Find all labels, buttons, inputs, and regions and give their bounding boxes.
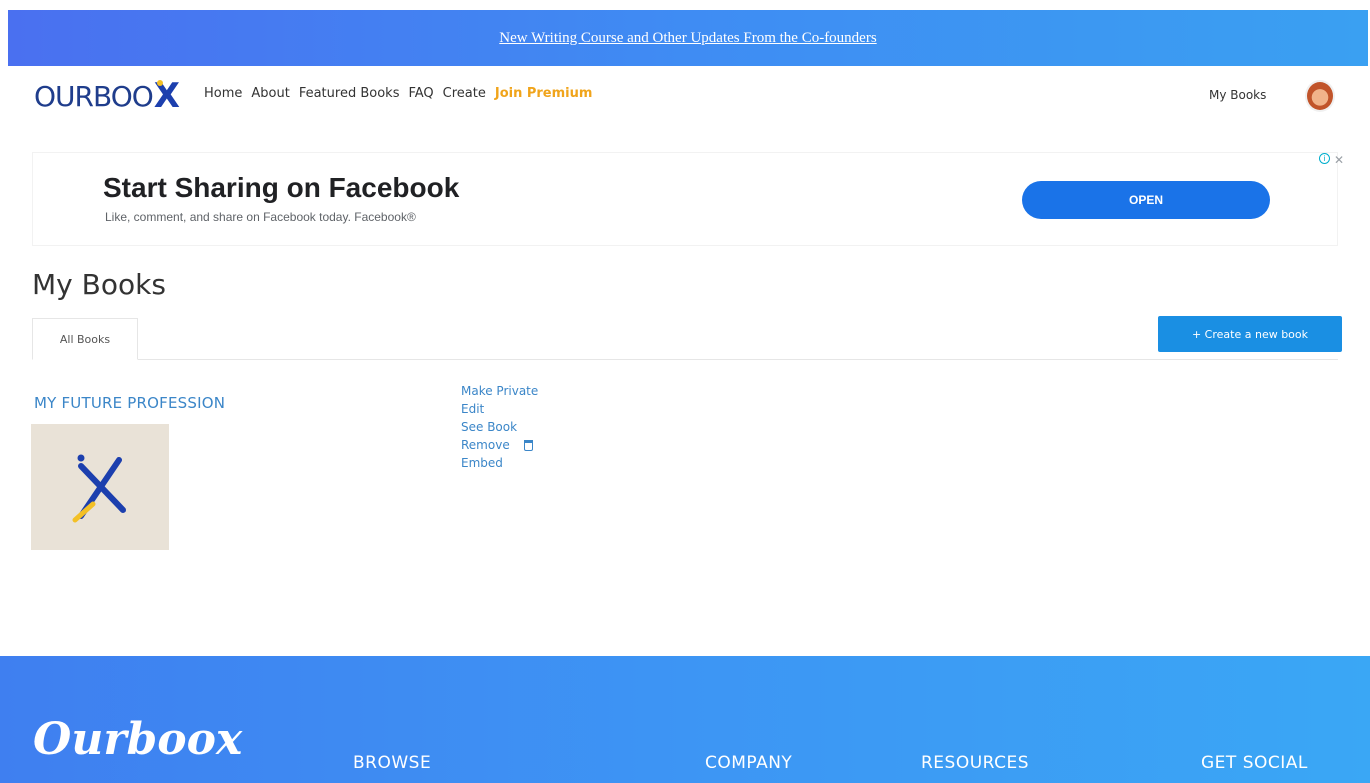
book-actions: Make Private Edit See Book Remove Embed [461,384,538,470]
ad-title: Start Sharing on Facebook [103,172,460,203]
main-nav: Home About Featured Books FAQ Create Joi… [204,86,592,101]
ad-info-icon[interactable]: i [1319,153,1330,164]
nav-faq[interactable]: FAQ [408,86,433,101]
footer-browse[interactable]: BROWSE [353,753,431,773]
book-tabs: All Books [32,318,1338,360]
site-logo[interactable]: OURBOO X [34,76,180,116]
create-new-book-button[interactable]: + Create a new book [1158,316,1342,352]
ad-close-icon[interactable]: ✕ [1334,153,1344,167]
ad-open-button[interactable]: OPEN [1022,181,1270,219]
user-avatar[interactable] [1305,80,1335,112]
embed-link[interactable]: Embed [461,456,538,470]
nav-featured-books[interactable]: Featured Books [299,86,400,101]
ad-banner[interactable]: i ✕ Start Sharing on Facebook Like, comm… [32,152,1344,246]
ad-subtitle: Like, comment, and share on Facebook tod… [105,210,416,224]
footer-logo[interactable]: Ourboox [33,714,242,765]
footer-resources[interactable]: RESOURCES [921,753,1029,773]
nav-join-premium[interactable]: Join Premium [495,86,593,101]
top-navbar: OURBOO X Home About Featured Books FAQ Cr… [0,66,1370,126]
remove-label: Remove [461,438,510,452]
edit-link[interactable]: Edit [461,402,538,416]
nav-my-books[interactable]: My Books [1209,88,1266,102]
nav-about[interactable]: About [251,86,289,101]
book-title-link[interactable]: MY FUTURE PROFESSION [34,394,225,412]
footer-company[interactable]: COMPANY [705,753,792,773]
see-book-link[interactable]: See Book [461,420,538,434]
logo-x-mark: X [153,76,180,116]
page-title: My Books [32,268,166,301]
book-cover-logo-icon [72,454,126,523]
trash-icon[interactable] [523,439,533,451]
book-cover[interactable] [31,424,169,550]
tab-all-books[interactable]: All Books [32,318,138,360]
footer-get-social[interactable]: GET SOCIAL [1201,753,1308,773]
nav-create[interactable]: Create [443,86,486,101]
logo-text: OURBOO [34,79,154,113]
remove-link[interactable]: Remove [461,438,538,452]
make-private-link[interactable]: Make Private [461,384,538,398]
announcement-bar: New Writing Course and Other Updates Fro… [8,10,1368,66]
nav-home[interactable]: Home [204,86,242,101]
ad-controls: i ✕ [1319,153,1344,167]
site-footer: Ourboox BROWSE COMPANY RESOURCES GET SOC… [0,656,1370,783]
announcement-link[interactable]: New Writing Course and Other Updates Fro… [499,30,876,47]
